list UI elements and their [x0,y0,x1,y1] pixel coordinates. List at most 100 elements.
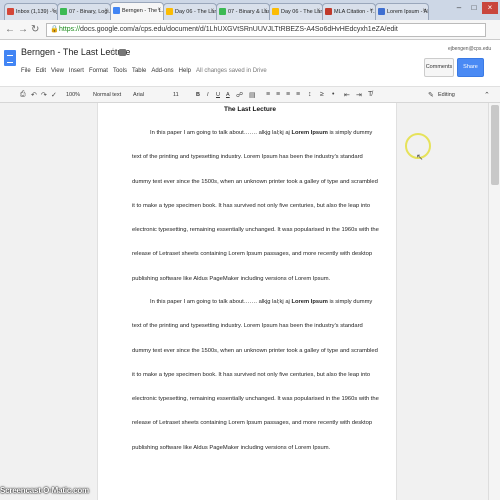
line-text: publishing software like Aldus PageMaker… [132,276,331,282]
undo-icon[interactable]: ↶ [31,91,37,99]
menu-table[interactable]: Table [132,68,146,74]
align-left-icon[interactable]: ≡ [266,91,270,98]
favicon-icon [272,8,279,15]
line-spacing-icon[interactable]: ↕ [308,91,312,98]
paragraph-line[interactable]: text of the printing and typesetting ind… [132,154,363,160]
font-size-select[interactable]: 11 [173,92,179,98]
menu-bar: File Edit View Insert Format Tools Table Add-on… [21,68,272,74]
align-center-icon[interactable]: ≡ [276,91,280,98]
share-button[interactable]: Share [457,58,484,77]
line-text: publishing software like Aldus PageMaker… [132,445,331,451]
bold-text: Lorem Ipsum [291,299,328,305]
save-status[interactable]: All changes saved in Drive [196,68,267,74]
clear-formatting-icon[interactable]: T̸ [368,91,372,98]
align-right-icon[interactable]: ≡ [286,91,290,98]
paragraph-line[interactable]: electronic typesetting, remaining essent… [132,396,379,402]
paragraph-line[interactable]: publishing software like Aldus PageMaker… [132,276,330,282]
browser-tab[interactable]: Lorem Ipsum - Al... × [375,3,429,20]
browser-tab[interactable]: 07 - Binary, Logi... × [57,3,111,20]
paragraph-line[interactable]: text of the printing and typesetting ind… [132,323,363,329]
paragraph-line[interactable]: In this paper I am going to talk about……… [150,299,372,305]
line-text: dummy text ever since the 1500s, when an… [132,179,378,185]
menu-format[interactable]: Format [89,68,108,74]
tab-close-icon[interactable]: × [104,8,108,14]
menu-view[interactable]: View [51,68,64,74]
print-icon[interactable]: ⎙ [20,91,26,99]
paragraph-line[interactable]: dummy text ever since the 1500s, when an… [132,348,378,354]
link-icon[interactable]: ☍ [236,91,243,99]
paint-format-icon[interactable]: ✓ [51,91,57,99]
tab-close-icon[interactable]: × [157,7,161,13]
zoom-select[interactable]: 100% [66,92,80,98]
docs-logo-icon[interactable] [4,50,16,66]
collapse-icon[interactable]: ⌃ [484,91,490,99]
increase-indent-icon[interactable]: ⇥ [356,91,362,99]
url-field[interactable]: 🔒 https://docs.google.com/a/cps.edu/docu… [46,23,486,37]
justify-icon[interactable]: ≡ [296,91,300,98]
close-window-icon[interactable]: × [482,2,498,14]
tab-close-icon[interactable]: × [422,8,426,14]
comment-icon[interactable]: ▤ [249,91,256,99]
menu-edit[interactable]: Edit [36,68,46,74]
line-text: text of the printing and typesetting ind… [132,323,363,329]
line-text: text of the printing and typesetting ind… [132,154,363,160]
minimize-icon[interactable]: – [452,2,466,14]
decrease-indent-icon[interactable]: ⇤ [344,91,350,99]
user-email[interactable]: ejbengen@cps.edu [448,46,491,52]
numbered-list-icon[interactable]: ≥ [320,91,324,98]
star-icon[interactable]: ☆ [109,46,117,57]
folder-icon[interactable] [119,49,126,56]
bulleted-list-icon[interactable]: • [332,91,334,98]
scrollbar-thumb[interactable] [491,105,499,185]
text-color-button[interactable]: A [226,92,230,98]
browser-tab[interactable]: Day 06 - The Lan...× [163,3,217,20]
paragraph-line[interactable]: publishing software like Aldus PageMaker… [132,445,330,451]
menu-addons[interactable]: Add-ons [151,68,173,74]
favicon-icon [7,8,14,15]
paragraph-line[interactable]: it to make a type specimen book. It has … [132,372,370,378]
italic-button[interactable]: I [207,92,209,98]
browser-tab[interactable]: MLA Citation - T... × [322,3,376,20]
url-scheme: https:// [59,26,81,33]
document-heading[interactable]: The Last Lecture [0,106,500,113]
back-icon[interactable]: ← [5,24,15,35]
line-text: release of Letraset sheets containing Lo… [132,420,373,426]
url-path: docs.google.com/a/cps.edu/document/d/1Lh… [80,26,398,33]
tab-close-icon[interactable]: × [316,8,320,14]
menu-tools[interactable]: Tools [113,68,127,74]
browser-tab[interactable]: Inbox (1,139) - ej... × [4,3,58,20]
menu-file[interactable]: File [21,68,31,74]
maximize-icon[interactable]: □ [467,2,481,14]
address-bar-row: ← → ↻ 🔒 https://docs.google.com/a/cps.ed… [0,20,500,40]
paragraph-line[interactable]: it to make a type specimen book. It has … [132,203,370,209]
line-text-after: is simply dummy [327,299,373,305]
scrollbar[interactable] [488,103,500,500]
bold-button[interactable]: B [196,92,200,98]
forward-icon[interactable]: → [18,24,28,35]
favicon-icon [219,8,226,15]
paragraph-line[interactable]: release of Letraset sheets containing Lo… [132,420,372,426]
favicon-icon [113,7,120,14]
reload-icon[interactable]: ↻ [31,24,39,35]
paragraph-line[interactable]: release of Letraset sheets containing Lo… [132,251,372,257]
underline-button[interactable]: U [216,92,220,98]
pencil-icon: ✎ [428,92,434,99]
browser-tab[interactable]: Berngen - The L... × [110,2,164,20]
menu-insert[interactable]: Insert [69,68,84,74]
menu-help[interactable]: Help [179,68,191,74]
browser-tab[interactable]: 07 - Binary & Las...× [216,3,270,20]
comments-button[interactable]: Comments [424,58,454,77]
tab-close-icon[interactable]: × [210,8,214,14]
style-select[interactable]: Normal text [93,92,121,98]
browser-tab[interactable]: Day 06 - The Lan...× [269,3,323,20]
editing-mode-select[interactable]: Editing [438,92,455,98]
paragraph-line[interactable]: dummy text ever since the 1500s, when an… [132,179,378,185]
tab-close-icon[interactable]: × [51,8,55,14]
watermark: Screencast-O-Matic.com [0,486,89,495]
tab-close-icon[interactable]: × [263,8,267,14]
tab-close-icon[interactable]: × [369,8,373,14]
paragraph-line[interactable]: In this paper I am going to talk about……… [150,130,372,136]
paragraph-line[interactable]: electronic typesetting, remaining essent… [132,227,379,233]
font-select[interactable]: Arial [133,92,144,98]
redo-icon[interactable]: ↷ [41,91,47,99]
